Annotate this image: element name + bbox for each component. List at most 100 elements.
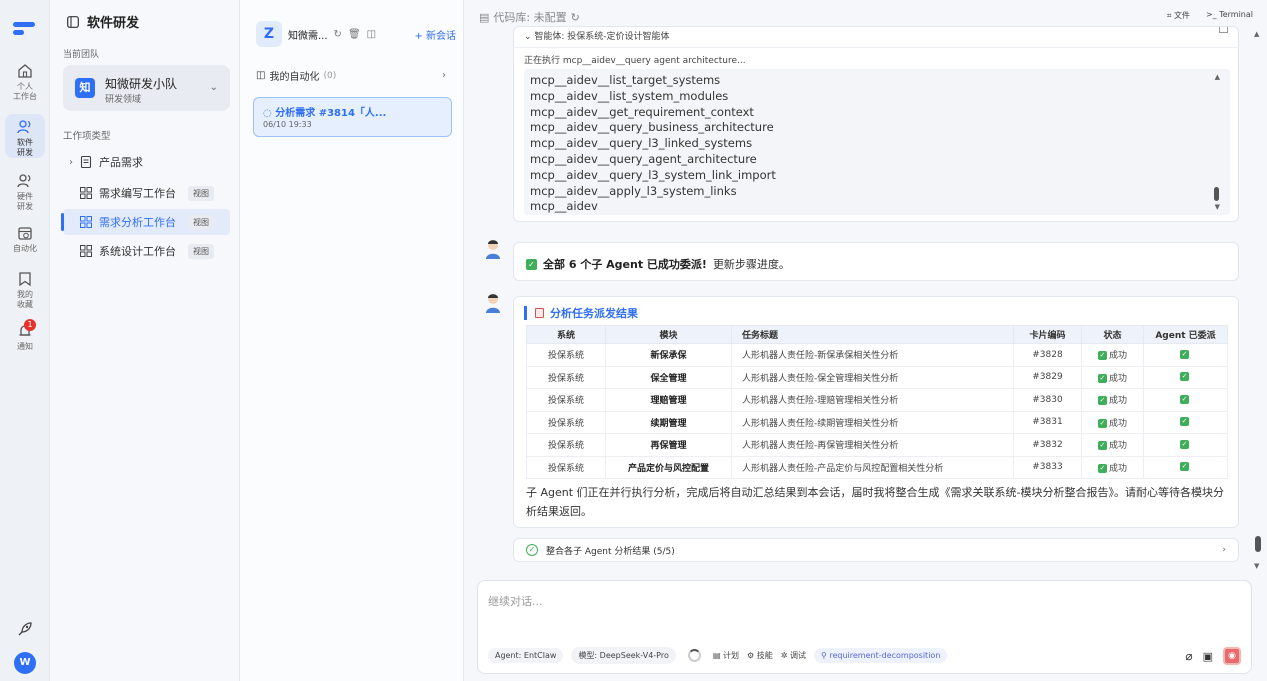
check-icon: ✓ <box>1097 396 1107 406</box>
tree-item-sys-design[interactable]: 系统设计工作台 视图 <box>63 238 230 264</box>
image-icon[interactable]: ▣ <box>1203 650 1213 663</box>
rail-label: 软件 <box>17 138 33 147</box>
stop-button[interactable]: ◉ <box>1223 647 1241 665</box>
rail-label: 我的 <box>17 290 33 299</box>
cell-status: ✓ 成功 <box>1081 433 1144 457</box>
cell-code[interactable]: #3828 <box>1013 343 1082 367</box>
rail-item-notifications[interactable]: 1 通知 <box>0 319 50 352</box>
attach-icon[interactable]: ⌀ <box>1185 649 1192 663</box>
user-avatar[interactable]: W <box>14 652 36 674</box>
scrollbar-thumb[interactable] <box>1214 187 1219 201</box>
tree-item-label: 需求分析工作台 <box>99 216 176 229</box>
rail-label: 工作台 <box>13 92 37 101</box>
plan-button[interactable]: ▤ 计划 <box>713 650 739 661</box>
scroll-up-icon[interactable]: ▲ <box>1215 73 1220 81</box>
scroll-down-icon[interactable]: ▼ <box>1254 562 1259 570</box>
rail-label: 硬件 <box>17 192 33 201</box>
chevron-down-icon[interactable]: ⌄ <box>524 32 534 42</box>
chevron-right-icon: › <box>1222 545 1226 555</box>
collapse-icon[interactable] <box>1219 27 1228 33</box>
grid-icon <box>80 216 92 228</box>
grid-icon <box>80 245 92 257</box>
calendar-clock-icon <box>18 227 32 240</box>
new-session-button[interactable]: + 新会话 <box>414 27 456 42</box>
schedule-icon[interactable]: ◫ <box>367 29 376 40</box>
model-selector[interactable]: 模型: DeepSeek-V4-Pro <box>571 647 676 664</box>
cell-module: 产品定价与风控配置 <box>605 455 732 479</box>
message-bold: 全部 6 个子 Agent 已成功委派! <box>543 258 707 271</box>
tree-item-product-requirement[interactable]: › 产品需求 <box>63 149 230 175</box>
rail-item-software[interactable]: 软件 研发 <box>5 114 45 158</box>
schedule-icon: ◫ <box>256 70 266 81</box>
skill-tag[interactable]: ⚲ requirement-decomposition <box>813 648 948 663</box>
check-icon: ✓ <box>1180 417 1189 427</box>
tree-item-req-analysis[interactable]: 需求分析工作台 视图 <box>61 209 230 235</box>
cell-task: 人形机器人责任险-理赔管理相关性分析 <box>731 388 1014 412</box>
terminal-button[interactable]: >_ Terminal <box>1206 10 1253 21</box>
tool-line: mcp__aidev__list_target_systems <box>530 73 721 87</box>
composer-toolbar: Agent: EntClaw 模型: DeepSeek-V4-Pro ▤ 计划 … <box>488 647 948 664</box>
tool-line: mcp__aidev__get_requirement_context <box>530 104 754 119</box>
team-icon <box>17 174 31 188</box>
tool-line: mcp__aidev__query_l3_system_link_import <box>530 167 776 182</box>
cell-code[interactable]: #3832 <box>1013 433 1082 457</box>
cell-code[interactable]: #3831 <box>1013 410 1082 434</box>
tree-item-label: 产品需求 <box>99 156 143 169</box>
my-automation-row[interactable]: ◫ 我的自动化 (0) › <box>256 68 446 83</box>
cell-code[interactable]: #3830 <box>1013 388 1082 412</box>
scroll-down-icon[interactable]: ▼ <box>1215 203 1220 211</box>
cell-delegated: ✓ <box>1143 433 1228 457</box>
files-button[interactable]: ⌗ 文件 <box>1167 10 1190 21</box>
result-title: 分析任务派发结果 <box>524 306 638 320</box>
step-progress[interactable]: ✓ 整合各子 Agent 分析结果 (5/5) › <box>513 538 1239 562</box>
cell-code[interactable]: #3833 <box>1013 455 1082 479</box>
chevron-right-icon[interactable]: › <box>63 157 79 168</box>
session-card[interactable]: ◌ 分析需求 #3814「人... 06/10 19:33 <box>253 97 452 137</box>
tree-item-label: 需求编写工作台 <box>99 187 176 200</box>
cell-code[interactable]: #3829 <box>1013 365 1082 389</box>
agent-message-result: 分析任务派发结果 系统 模块 任务标题 卡片编码 状态 Agent 已委派 投保… <box>513 296 1239 528</box>
scroll-up-icon[interactable]: ▲ <box>1254 30 1259 38</box>
rail-item-personal[interactable]: 个人 工作台 <box>0 62 50 102</box>
assistant-name[interactable]: 知微需... <box>288 27 328 42</box>
cell-status: ✓ 成功 <box>1081 410 1144 434</box>
rail-item-automation[interactable]: 自动化 <box>0 224 50 254</box>
debug-button[interactable]: ✲ 调试 <box>781 650 806 661</box>
refresh-icon[interactable]: ↻ <box>334 29 342 40</box>
team-name: 知微研发小队 <box>105 77 178 91</box>
tree-item-req-writing[interactable]: 需求编写工作台 视图 <box>63 180 230 206</box>
table-row: 投保系统 再保管理 人形机器人责任险-再保管理相关性分析 #3832 ✓ 成功 ✓ <box>526 433 1228 457</box>
rail-item-hardware[interactable]: 硬件 研发 <box>0 172 50 212</box>
session-panel: Z 知微需... ↻ 🗑 ◫ + 新会话 ◫ 我的自动化 (0) › ◌ 分析需… <box>240 0 464 681</box>
check-icon: ✓ <box>526 258 537 270</box>
rocket-icon[interactable] <box>16 620 34 638</box>
tool-call-panel: ⌄ 智能体: 投保系统-定价设计智能体 正在执行 mcp__aidev__que… <box>513 26 1239 222</box>
rail-label: 自动化 <box>13 244 37 253</box>
agent-avatar-icon <box>486 294 500 313</box>
rail-label: 研发 <box>17 148 33 157</box>
check-icon: ✓ <box>1097 351 1107 361</box>
grid-icon <box>80 187 92 199</box>
rail-label: 通知 <box>17 342 33 351</box>
document-icon <box>80 155 92 169</box>
team-selector[interactable]: 知 知微研发小队 研发领域 ⌄ <box>63 65 230 111</box>
tool-list[interactable]: mcp__aidev__list_target_systems mcp__aid… <box>524 69 1230 215</box>
scrollbar-thumb[interactable] <box>1255 536 1261 552</box>
refresh-icon[interactable]: ↻ <box>571 11 580 24</box>
table-row: 投保系统 新保承保 人形机器人责任险-新保承保相关性分析 #3828 ✓ 成功 ✓ <box>526 343 1228 367</box>
check-icon: ✓ <box>1180 462 1189 472</box>
agent-selector[interactable]: Agent: EntClaw <box>488 648 564 663</box>
main-scrollbar[interactable]: ▲ ▼ <box>1254 30 1262 570</box>
col-header: Agent 已委派 <box>1143 325 1228 344</box>
repo-status[interactable]: ▤ 代码库: 未配置 ↻ <box>479 9 580 25</box>
tree-item-label: 系统设计工作台 <box>99 245 176 258</box>
collapse-sidebar-icon[interactable] <box>67 15 79 28</box>
chat-input[interactable] <box>488 591 1228 611</box>
trash-icon[interactable]: 🗑 <box>348 29 361 40</box>
top-actions: ⌗ 文件 >_ Terminal <box>1167 10 1253 21</box>
app-logo[interactable] <box>13 22 35 38</box>
rail-item-favorites[interactable]: 我的 收藏 <box>0 270 50 310</box>
skill-button[interactable]: ⚙ 技能 <box>747 650 773 661</box>
col-header: 状态 <box>1081 325 1144 344</box>
check-icon: ✓ <box>1180 349 1189 359</box>
